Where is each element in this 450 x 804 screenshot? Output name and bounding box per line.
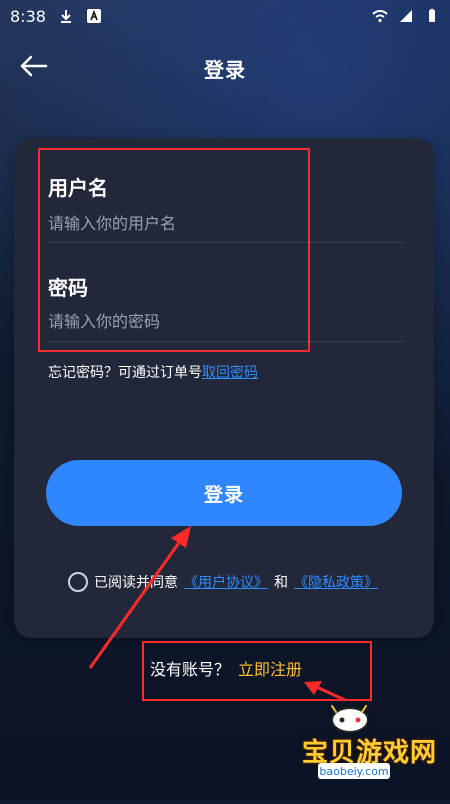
status-bar: 8:38 xyxy=(0,0,450,32)
agreement-radio[interactable] xyxy=(68,572,88,592)
status-left: 8:38 xyxy=(10,7,102,26)
status-time: 8:38 xyxy=(10,6,46,26)
watermark-url: baobeiy.com xyxy=(318,763,390,779)
register-row: 没有账号？ 立即注册 xyxy=(150,656,302,680)
a-icon xyxy=(86,8,102,24)
username-divider xyxy=(48,242,404,243)
username-input[interactable] xyxy=(48,208,408,238)
password-divider xyxy=(48,341,404,342)
page-title: 登录 xyxy=(204,57,246,82)
login-button[interactable]: 登录 xyxy=(46,460,402,526)
agreement-row: 已阅读并同意 《用户协议》和《隐私政策》 xyxy=(68,572,378,592)
signal-icon xyxy=(398,8,414,24)
forgot-password-row: 忘记密码？可通过订单号取回密码 xyxy=(48,362,258,382)
forgot-password-text: 忘记密码？可通过订单号 xyxy=(48,365,202,381)
header: 登录 xyxy=(0,44,450,92)
retrieve-password-link[interactable]: 取回密码 xyxy=(202,365,258,381)
user-agreement-link[interactable]: 《用户协议》 xyxy=(184,572,268,592)
back-button[interactable] xyxy=(14,52,54,84)
password-label: 密码 xyxy=(48,276,88,300)
password-input[interactable] xyxy=(48,306,408,336)
arrow-left-icon xyxy=(19,54,49,82)
status-right xyxy=(372,8,440,24)
username-label: 用户名 xyxy=(48,176,108,200)
agreement-prefix: 已阅读并同意 xyxy=(94,575,178,591)
battery-icon xyxy=(424,8,440,24)
no-account-text: 没有账号？ xyxy=(150,660,231,679)
login-card: 用户名 密码 忘记密码？可通过订单号取回密码 登录 已阅读并同意《用户协议》和《… xyxy=(14,138,434,638)
privacy-policy-link[interactable]: 《隐私政策》 xyxy=(294,572,378,592)
wifi-icon xyxy=(372,8,388,24)
register-link[interactable]: 立即注册 xyxy=(238,656,302,680)
download-icon xyxy=(58,8,74,24)
agreement-and: 和 xyxy=(274,575,288,591)
